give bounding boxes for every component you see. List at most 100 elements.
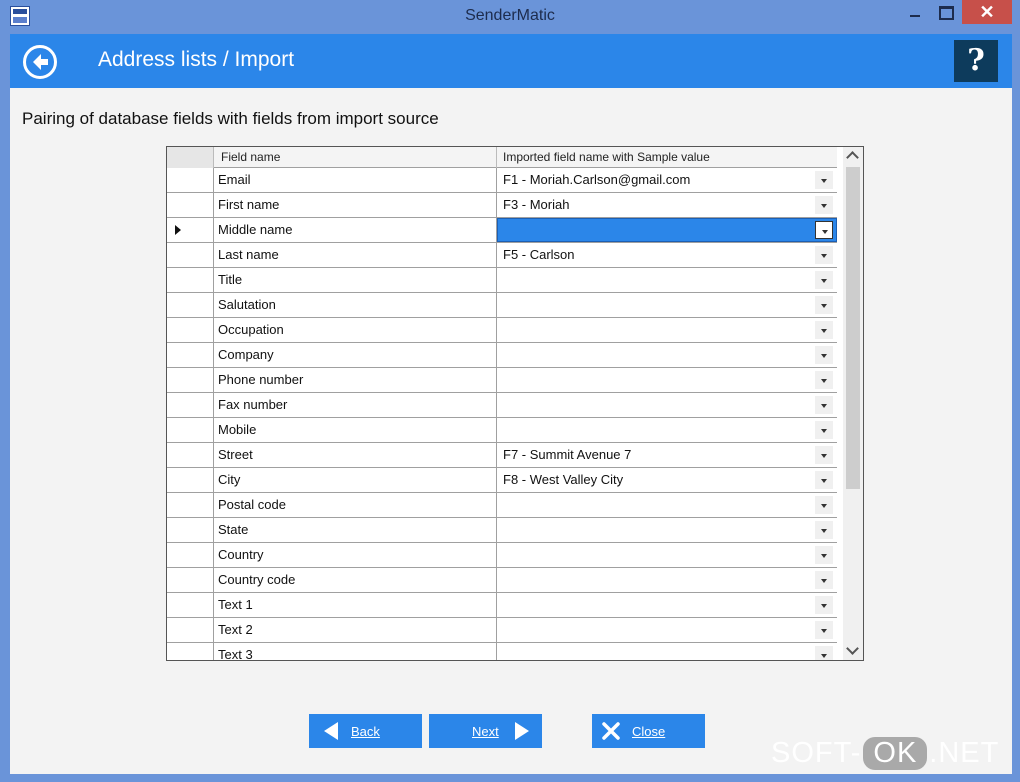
dropdown-arrow-icon[interactable]: [815, 421, 833, 439]
row-selector[interactable]: [167, 168, 214, 192]
dropdown-arrow-icon[interactable]: [815, 471, 833, 489]
scrollbar-thumb[interactable]: [846, 167, 860, 489]
dropdown-arrow-icon[interactable]: [815, 321, 833, 339]
imported-field-select[interactable]: [497, 318, 837, 342]
imported-field-select[interactable]: [497, 593, 837, 617]
dropdown-arrow-icon[interactable]: [815, 246, 833, 264]
row-selector[interactable]: [167, 343, 214, 367]
table-row[interactable]: First name F3 - Moriah: [167, 193, 837, 218]
imported-field-select[interactable]: [497, 568, 837, 592]
table-row[interactable]: Country code: [167, 568, 837, 593]
table-row[interactable]: State: [167, 518, 837, 543]
row-selector[interactable]: [167, 318, 214, 342]
back-arrow-icon[interactable]: [23, 45, 57, 79]
close-button[interactable]: Close: [592, 714, 705, 748]
imported-field-select[interactable]: [497, 218, 837, 242]
table-row[interactable]: Text 3: [167, 643, 837, 660]
dropdown-arrow-icon[interactable]: [815, 196, 833, 214]
vertical-scrollbar[interactable]: [843, 147, 863, 660]
row-selector[interactable]: [167, 618, 214, 642]
dropdown-arrow-icon[interactable]: [815, 546, 833, 564]
dropdown-arrow-icon[interactable]: [815, 171, 833, 189]
table-row[interactable]: Mobile: [167, 418, 837, 443]
imported-field-select[interactable]: [497, 643, 837, 660]
help-button[interactable]: ?: [954, 40, 998, 82]
minimize-button[interactable]: [904, 0, 926, 24]
row-selector[interactable]: [167, 368, 214, 392]
row-selector[interactable]: [167, 268, 214, 292]
row-selector[interactable]: [167, 493, 214, 517]
imported-field-select[interactable]: [497, 268, 837, 292]
imported-field-select[interactable]: F8 - West Valley City: [497, 468, 837, 492]
row-selector[interactable]: [167, 518, 214, 542]
row-selector[interactable]: [167, 468, 214, 492]
field-name-cell: Text 3: [214, 643, 497, 660]
row-selector[interactable]: [167, 418, 214, 442]
table-row[interactable]: Fax number: [167, 393, 837, 418]
maximize-button[interactable]: [934, 0, 956, 24]
dropdown-arrow-icon[interactable]: [815, 621, 833, 639]
table-row[interactable]: Occupation: [167, 318, 837, 343]
table-row[interactable]: Postal code: [167, 493, 837, 518]
dropdown-arrow-icon[interactable]: [815, 296, 833, 314]
scroll-up-icon[interactable]: [843, 147, 863, 165]
row-selector[interactable]: [167, 293, 214, 317]
imported-field-select[interactable]: [497, 343, 837, 367]
row-selector[interactable]: [167, 568, 214, 592]
window-close-button[interactable]: ✕: [962, 0, 1012, 24]
close-x-icon: [602, 722, 620, 740]
next-button[interactable]: Next: [429, 714, 542, 748]
back-button[interactable]: Back: [309, 714, 422, 748]
column-header-imported-field[interactable]: Imported field name with Sample value: [497, 147, 837, 168]
table-row[interactable]: Title: [167, 268, 837, 293]
scroll-down-icon[interactable]: [843, 642, 863, 660]
column-header-field-name[interactable]: Field name: [214, 147, 497, 168]
table-row[interactable]: Country: [167, 543, 837, 568]
row-selector-header[interactable]: [167, 147, 214, 168]
table-row[interactable]: Street F7 - Summit Avenue 7: [167, 443, 837, 468]
table-row[interactable]: Text 2: [167, 618, 837, 643]
dropdown-arrow-icon[interactable]: [815, 446, 833, 464]
dropdown-arrow-icon[interactable]: [815, 571, 833, 589]
row-selector[interactable]: [167, 593, 214, 617]
imported-field-select[interactable]: [497, 543, 837, 567]
imported-field-select[interactable]: [497, 418, 837, 442]
row-selector[interactable]: [167, 393, 214, 417]
table-row[interactable]: City F8 - West Valley City: [167, 468, 837, 493]
imported-field-select[interactable]: [497, 393, 837, 417]
dropdown-arrow-icon[interactable]: [815, 346, 833, 364]
dropdown-arrow-icon[interactable]: [815, 221, 833, 239]
table-row[interactable]: Company: [167, 343, 837, 368]
table-row[interactable]: Email F1 - Moriah.Carlson@gmail.com: [167, 168, 837, 193]
dropdown-arrow-icon[interactable]: [815, 271, 833, 289]
imported-field-select[interactable]: [497, 293, 837, 317]
row-selector[interactable]: [167, 243, 214, 267]
imported-field-select[interactable]: [497, 493, 837, 517]
row-selector[interactable]: [167, 643, 214, 660]
imported-field-select[interactable]: [497, 518, 837, 542]
field-name-cell: First name: [214, 193, 497, 217]
table-row[interactable]: Middle name: [167, 218, 837, 243]
imported-field-select[interactable]: F5 - Carlson: [497, 243, 837, 267]
table-row[interactable]: Phone number: [167, 368, 837, 393]
imported-field-select[interactable]: F1 - Moriah.Carlson@gmail.com: [497, 168, 837, 192]
dropdown-arrow-icon[interactable]: [815, 596, 833, 614]
table-row[interactable]: Text 1: [167, 593, 837, 618]
row-selector[interactable]: [167, 193, 214, 217]
table-row[interactable]: Salutation: [167, 293, 837, 318]
row-selector[interactable]: [167, 543, 214, 567]
field-name-cell: Mobile: [214, 418, 497, 442]
row-selector[interactable]: [167, 218, 214, 242]
dropdown-arrow-icon[interactable]: [815, 646, 833, 660]
row-selector[interactable]: [167, 443, 214, 467]
dropdown-arrow-icon[interactable]: [815, 371, 833, 389]
table-row[interactable]: Last name F5 - Carlson: [167, 243, 837, 268]
field-name-cell: Text 2: [214, 618, 497, 642]
imported-field-select[interactable]: [497, 618, 837, 642]
imported-field-select[interactable]: F3 - Moriah: [497, 193, 837, 217]
dropdown-arrow-icon[interactable]: [815, 496, 833, 514]
dropdown-arrow-icon[interactable]: [815, 521, 833, 539]
imported-field-select[interactable]: F7 - Summit Avenue 7: [497, 443, 837, 467]
imported-field-select[interactable]: [497, 368, 837, 392]
dropdown-arrow-icon[interactable]: [815, 396, 833, 414]
